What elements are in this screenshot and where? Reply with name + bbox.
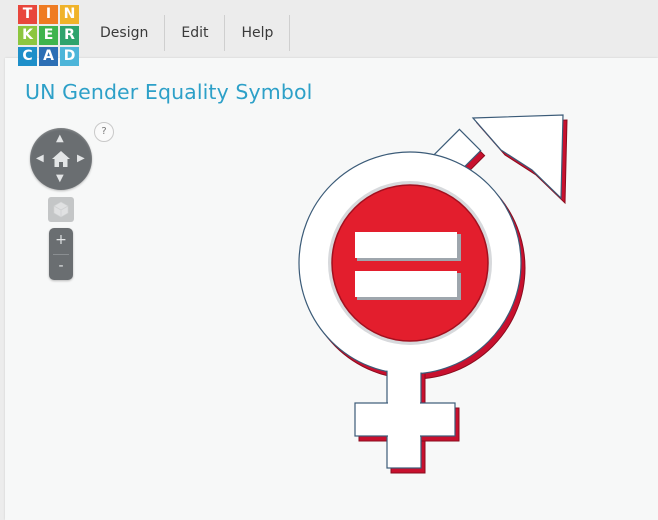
tinkercad-logo[interactable]: T I N K E R C A D bbox=[18, 5, 79, 66]
logo-letter: D bbox=[60, 47, 79, 66]
logo-letter: N bbox=[60, 5, 79, 24]
top-bar: T I N K E R C A D Design Edit Help bbox=[0, 0, 658, 66]
menu-design[interactable]: Design bbox=[84, 15, 166, 51]
workplane[interactable]: UN Gender Equality Symbol ▲ ▼ ◀ ▶ ? + - bbox=[5, 58, 658, 520]
logo-letter: I bbox=[39, 5, 58, 24]
logo-letter: E bbox=[39, 26, 58, 45]
logo-letter: A bbox=[39, 47, 58, 66]
model-red-disc bbox=[331, 184, 489, 342]
logo-letter: C bbox=[18, 47, 37, 66]
menu-help[interactable]: Help bbox=[225, 15, 291, 51]
main-menu: Design Edit Help bbox=[84, 15, 291, 51]
logo-letter: K bbox=[18, 26, 37, 45]
logo-letter: R bbox=[60, 26, 79, 45]
menu-edit[interactable]: Edit bbox=[165, 15, 226, 51]
gender-equality-symbol-model[interactable] bbox=[5, 58, 658, 520]
logo-letter: T bbox=[18, 5, 37, 24]
